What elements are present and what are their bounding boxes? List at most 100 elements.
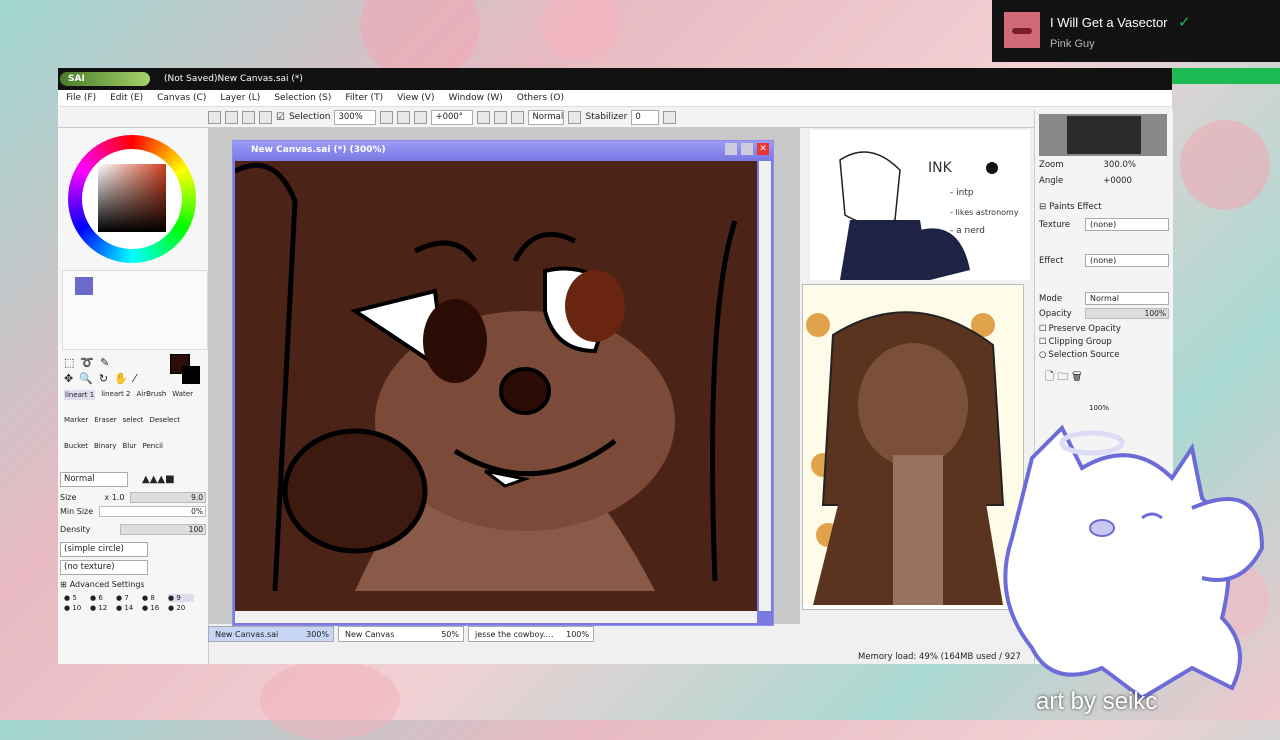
tool-marker[interactable]: Marker [64,416,88,424]
effect-select[interactable]: (none) [1085,254,1169,267]
tool-blur[interactable]: Blur [122,442,136,450]
density-slider[interactable]: 100 [120,524,206,535]
preserve-opacity-checkbox[interactable]: ☐ [1039,324,1047,334]
tool-lineart-1[interactable]: lineart 1 [64,390,96,400]
size-slider[interactable]: 9.0 [130,492,206,503]
tool-water[interactable]: Water [172,390,193,400]
menu-edit[interactable]: Edit (E) [110,93,143,103]
stabilizer-dropdown[interactable] [663,110,677,124]
stabilizer-field[interactable]: 0 [631,109,660,125]
canvas-horizontal-scrollbar[interactable] [235,611,757,623]
tool-lineart-2[interactable]: lineart 2 [101,390,130,400]
menu-selection[interactable]: Selection (S) [274,93,331,103]
size-preset[interactable]: ● 6 [90,594,116,602]
size-preset[interactable]: ● 12 [90,604,116,612]
tool-pencil[interactable]: Pencil [143,442,163,450]
tool-binary[interactable]: Binary [94,442,117,450]
toolbar-button[interactable] [225,110,238,124]
rotate-button[interactable] [494,110,508,124]
hand-icon[interactable]: ✋ [114,372,128,385]
toolbar-button[interactable] [208,110,221,124]
blend-mode-select[interactable]: Normal [528,109,565,125]
maximize-icon[interactable] [741,143,753,155]
tool-airbrush[interactable]: AirBrush [136,390,166,400]
tool-bucket[interactable]: Bucket [64,442,88,450]
brush-shape-select[interactable]: (simple circle) [60,542,148,557]
move-icon[interactable]: ✥ [64,372,73,385]
menu-layer[interactable]: Layer (L) [220,93,260,103]
zoom-field[interactable]: 300% [334,109,377,125]
size-preset[interactable]: ● 10 [64,604,90,612]
preserve-opacity-row[interactable]: ☐ Preserve Opacity [1039,324,1169,334]
new-folder-icon[interactable]: 🗀 [1057,370,1068,383]
layer-mode-select[interactable]: Normal [1085,292,1169,305]
size-preset[interactable]: ● 16 [142,604,168,612]
toolbar-button[interactable] [242,110,255,124]
zoom-icon[interactable]: 🔍 [79,372,93,385]
menu-window[interactable]: Window (W) [448,93,502,103]
canvas-vertical-scrollbar[interactable] [759,161,771,611]
zoom-reset-button[interactable] [414,110,428,124]
expand-icon[interactable]: ⊞ [60,580,67,589]
size-preset[interactable]: ● 14 [116,604,142,612]
color-square[interactable] [98,164,166,232]
tool-deselect[interactable]: Deselect [149,416,180,424]
new-layer-icon[interactable]: 🗋 [1045,370,1054,383]
size-preset[interactable]: ● 7 [116,594,142,602]
size-preset[interactable]: ● 8 [142,594,168,602]
size-preset[interactable]: ● 9 [168,594,194,602]
size-preset[interactable]: ● 5 [64,594,90,602]
doc-tab[interactable]: New Canvas 50% [338,626,464,642]
angle-field[interactable]: +000° [431,109,474,125]
reference-window-ink[interactable]: INK - intp - likes astronomy - a nerd [810,130,1030,280]
menu-filter[interactable]: Filter (T) [345,93,383,103]
minimize-icon[interactable] [725,143,737,155]
brush-mode-select[interactable]: Normal [60,472,128,487]
delete-layer-icon[interactable]: 🗑 [1072,370,1082,383]
doc-tab[interactable]: jesse the cowboy.… 100% [468,626,594,642]
zoom-in-button[interactable] [397,110,411,124]
zoom-out-button[interactable] [380,110,394,124]
menu-others[interactable]: Others (O) [517,93,564,103]
menu-canvas[interactable]: Canvas (C) [157,93,206,103]
close-icon[interactable]: ✕ [757,143,769,155]
menu-file[interactable]: File (F) [66,93,96,103]
rect-select-icon[interactable]: ⬚ [64,356,74,369]
paints-effect-header[interactable]: ⊟ Paints Effect [1039,202,1169,212]
toolbar-button[interactable] [259,110,272,124]
rotate-button[interactable] [477,110,491,124]
reference-window-character[interactable] [802,284,1024,610]
color-wheel[interactable] [68,135,196,263]
clipping-group-checkbox[interactable]: ☐ [1039,337,1047,347]
texture-select[interactable]: (none) [1085,218,1169,231]
layer-opacity-slider[interactable]: 100% [1085,308,1169,319]
clipping-group-row[interactable]: ☐ Clipping Group [1039,337,1169,347]
secondary-color-swatch[interactable] [182,366,200,384]
min-size-slider[interactable]: 0% [99,506,206,517]
doc-tab[interactable]: New Canvas.sai 300% [208,626,334,642]
advanced-settings-row[interactable]: ⊞ Advanced Settings [60,580,206,589]
collapse-icon[interactable]: ⊟ [1039,202,1046,212]
swatch-panel[interactable] [62,270,208,350]
rotate-icon[interactable]: ↻ [99,372,108,385]
nav-zoom-value[interactable]: 300.0% [1104,160,1136,170]
nav-angle-value[interactable]: +0000 [1103,176,1132,186]
selection-source-row[interactable]: ○ Selection Source [1039,350,1169,360]
navigator-preview[interactable] [1039,114,1167,156]
brush-shape-icons[interactable]: ▲▲▲■ [142,474,175,485]
menu-view[interactable]: View (V) [397,93,434,103]
tool-eraser[interactable]: Eraser [94,416,116,424]
rotate-button[interactable] [511,110,525,124]
tool-select[interactable]: select [123,416,144,424]
flip-button[interactable] [568,110,582,124]
brush-texture-select[interactable]: (no texture) [60,560,148,575]
size-preset[interactable]: ● 20 [168,604,194,612]
eyedropper-icon[interactable]: ⁄ [134,372,136,385]
magic-wand-icon[interactable]: ✎ [100,356,109,369]
selection-source-radio[interactable]: ○ [1039,350,1046,360]
lasso-icon[interactable]: ➰ [80,356,94,369]
selection-checkbox[interactable]: ☑ [276,112,285,123]
canvas-drawing[interactable] [235,161,757,611]
spotify-notification[interactable]: I Will Get a Vasector ✓ Pink Guy [992,0,1280,62]
size-multiplier[interactable]: x 1.0 [104,493,124,502]
